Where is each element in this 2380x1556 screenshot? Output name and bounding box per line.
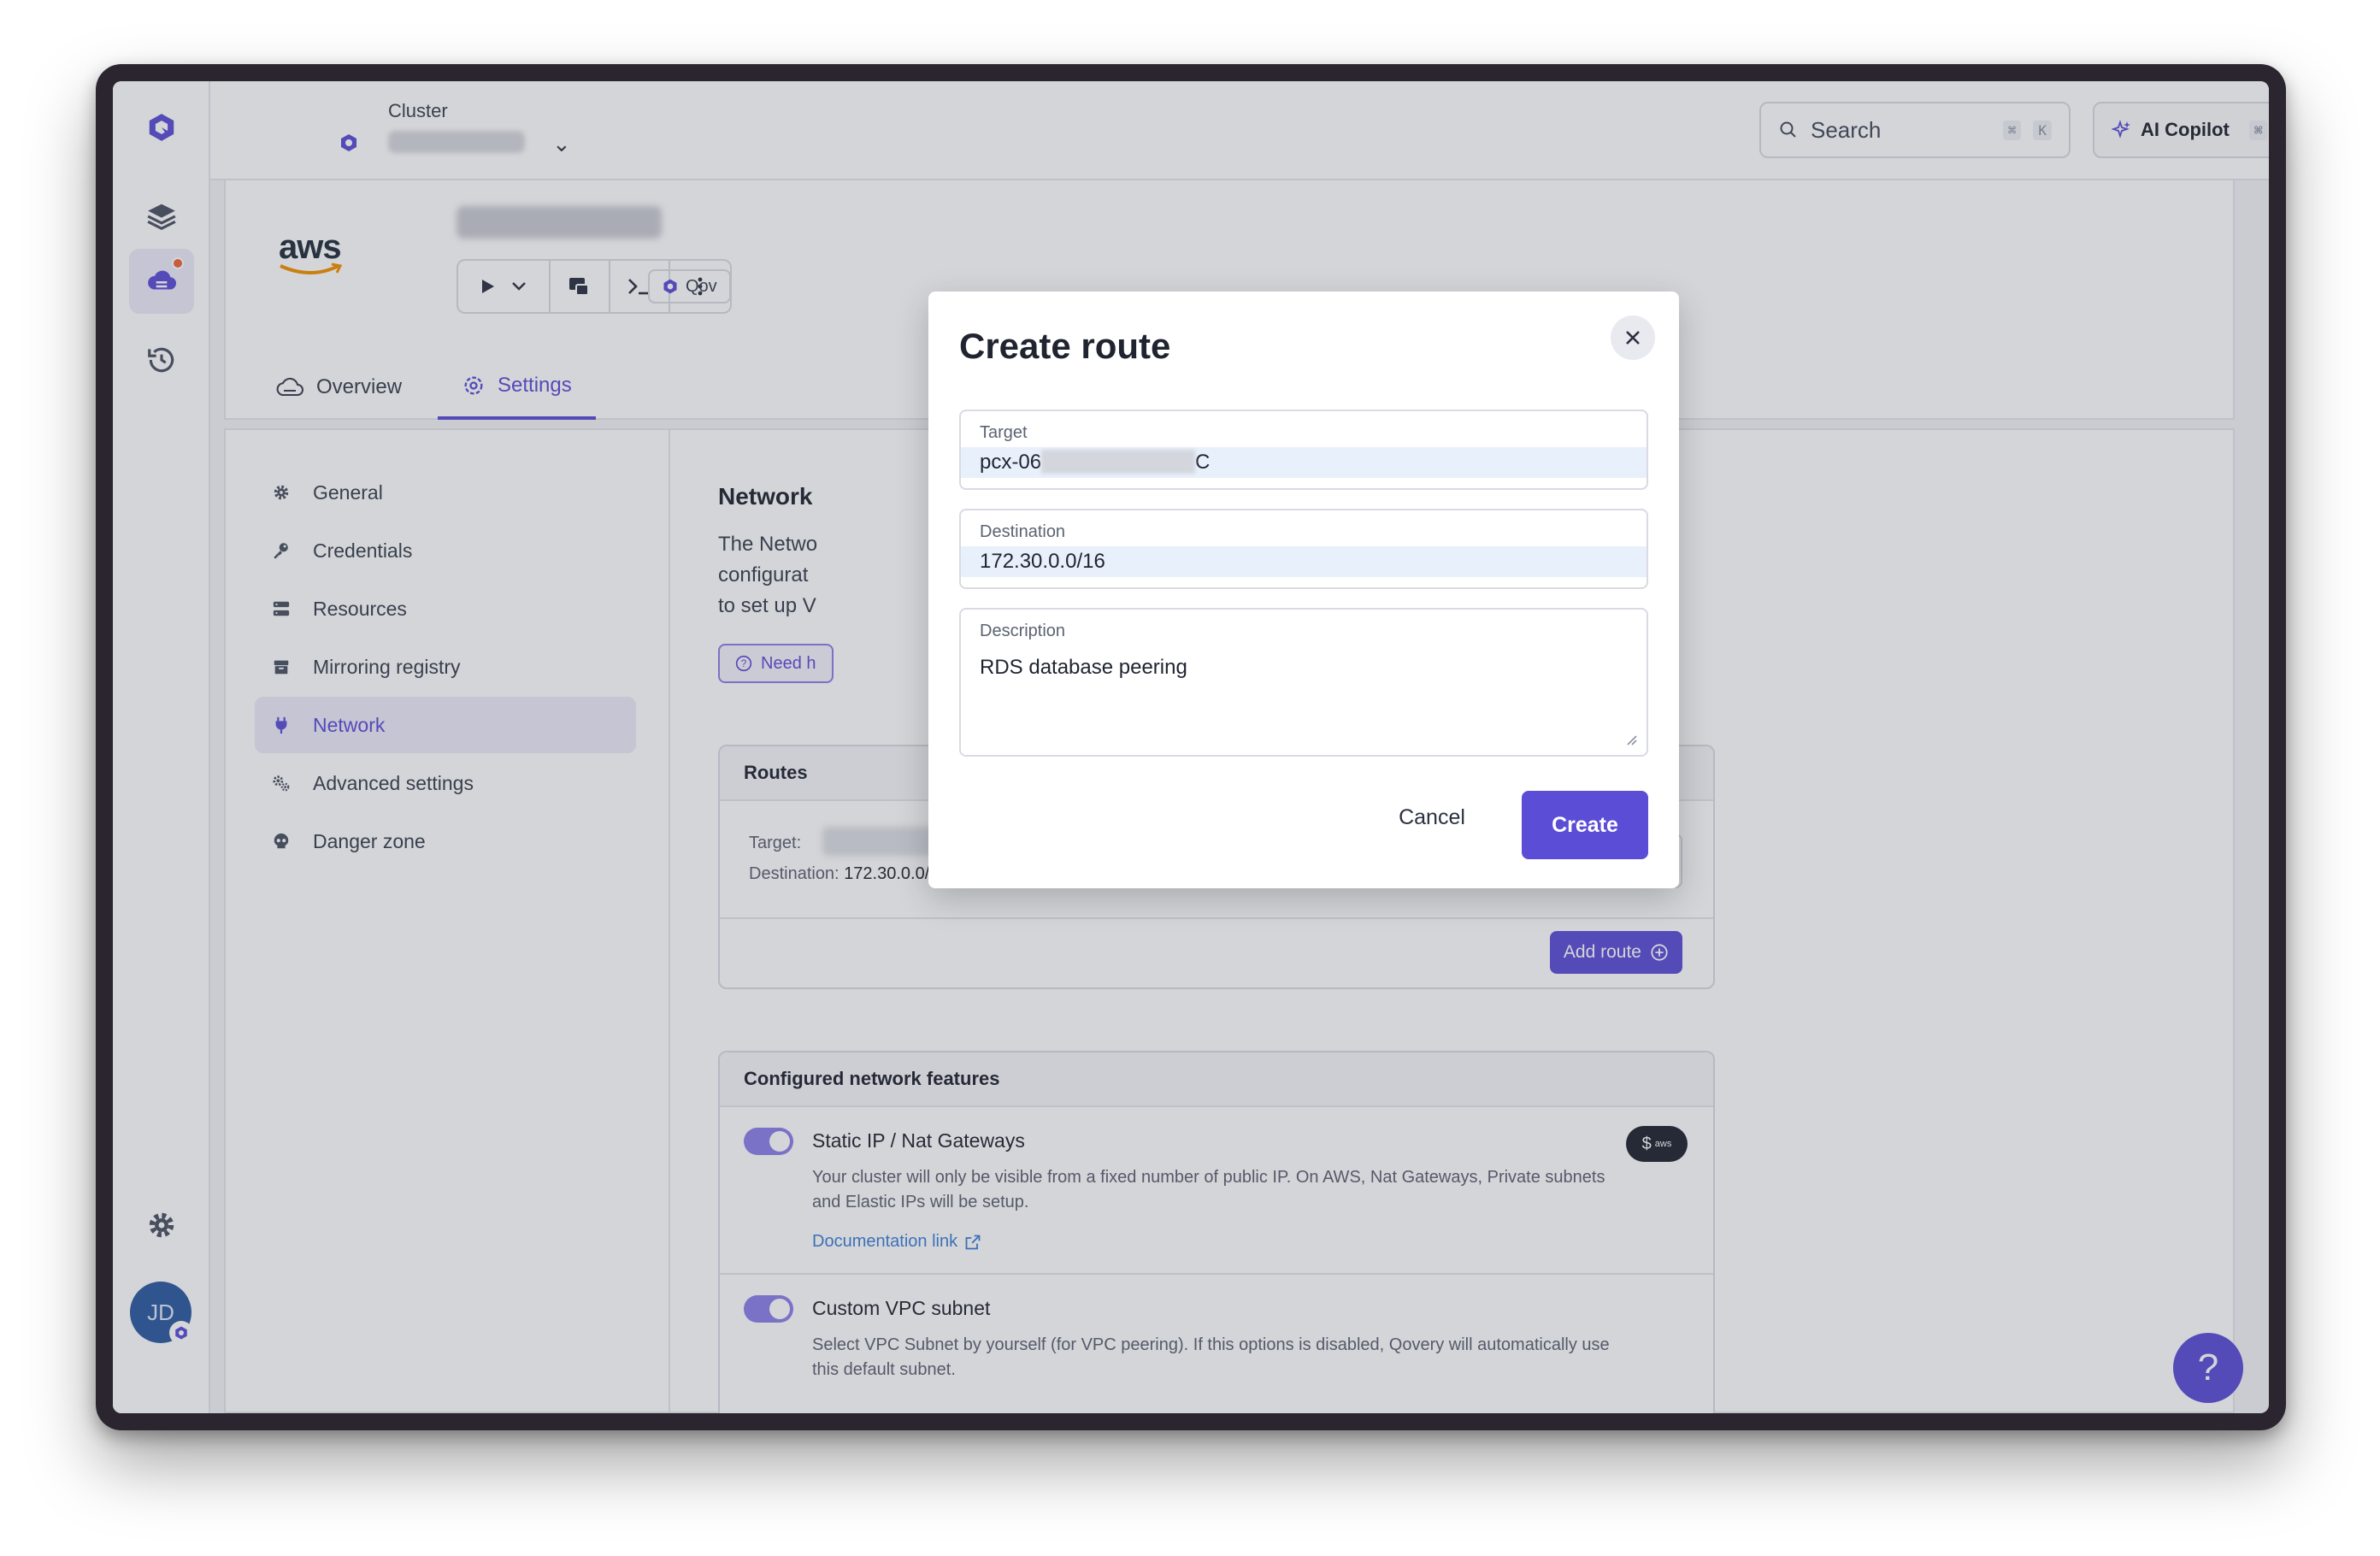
description-field[interactable]: Description RDS database peering	[959, 608, 1648, 757]
target-input[interactable]: pcx-06 C	[961, 447, 1647, 478]
target-suffix: C	[1195, 451, 1211, 474]
resize-handle-icon[interactable]	[1624, 733, 1638, 746]
destination-field[interactable]: Destination 172.30.0.0/16	[959, 509, 1648, 589]
target-prefix: pcx-06	[980, 451, 1042, 474]
target-label: Target	[980, 423, 1028, 442]
create-route-modal: Create route Target pcx-06 C Destination …	[928, 292, 1679, 888]
destination-input[interactable]: 172.30.0.0/16	[961, 546, 1647, 577]
target-redacted	[1041, 450, 1196, 474]
app-screen: JD Cluster ⌄ Search ⌘ K AI Copilot ⌘ aws…	[113, 81, 2269, 1413]
description-textarea[interactable]: RDS database peering	[980, 656, 1187, 680]
close-button[interactable]	[1611, 315, 1655, 360]
cancel-button[interactable]: Cancel	[1390, 796, 1474, 839]
device-frame: JD Cluster ⌄ Search ⌘ K AI Copilot ⌘ aws…	[96, 64, 2286, 1430]
create-button[interactable]: Create	[1522, 791, 1648, 859]
description-label: Description	[980, 622, 1066, 640]
modal-title: Create route	[959, 326, 1171, 366]
destination-label: Destination	[980, 522, 1066, 541]
close-icon	[1626, 331, 1640, 345]
target-field[interactable]: Target pcx-06 C	[959, 410, 1648, 490]
